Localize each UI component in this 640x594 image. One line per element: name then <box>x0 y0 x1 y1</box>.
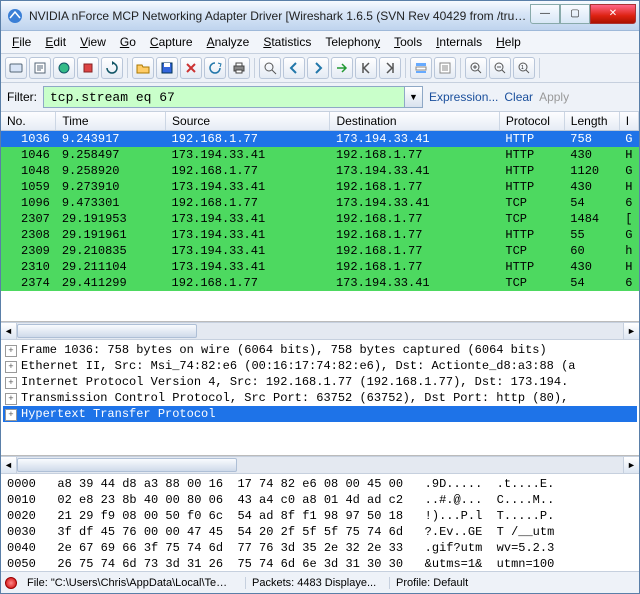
save-icon[interactable] <box>156 57 178 79</box>
go-prev-icon[interactable] <box>283 57 305 79</box>
scroll-right-icon[interactable]: ► <box>623 323 639 339</box>
zoom-in-icon[interactable] <box>465 57 487 79</box>
close-file-icon[interactable] <box>180 57 202 79</box>
packet-hscroll[interactable]: ◄ ► <box>1 322 639 340</box>
table-row[interactable]: 237429.411299192.168.1.77173.194.33.41TC… <box>1 275 639 291</box>
column-header[interactable]: Destination <box>330 112 499 131</box>
app-icon <box>7 8 23 24</box>
detail-row[interactable]: +Transmission Control Protocol, Src Port… <box>3 390 637 406</box>
minimize-button[interactable]: — <box>530 4 560 24</box>
go-to-icon[interactable] <box>331 57 353 79</box>
table-row[interactable]: 231029.211104173.194.33.41192.168.1.77HT… <box>1 259 639 275</box>
close-button[interactable]: ✕ <box>590 4 636 24</box>
column-header[interactable]: Length <box>564 112 619 131</box>
column-header[interactable]: I <box>619 112 638 131</box>
detail-row[interactable]: +Internet Protocol Version 4, Src: 192.1… <box>3 374 637 390</box>
table-row[interactable]: 230829.191961173.194.33.41192.168.1.77HT… <box>1 227 639 243</box>
options-icon[interactable] <box>29 57 51 79</box>
menu-internals[interactable]: Internals <box>431 33 487 51</box>
filter-input[interactable] <box>44 87 404 107</box>
packet-bytes[interactable]: 0000 a8 39 44 d8 a3 88 00 16 17 74 82 e6… <box>1 474 639 571</box>
menu-file[interactable]: File <box>7 33 36 51</box>
interfaces-icon[interactable] <box>5 57 27 79</box>
table-row[interactable]: 10489.258920192.168.1.77173.194.33.41HTT… <box>1 163 639 179</box>
open-icon[interactable] <box>132 57 154 79</box>
detail-row[interactable]: +Ethernet II, Src: Msi_74:82:e6 (00:16:1… <box>3 358 637 374</box>
status-profile[interactable]: Profile: Default <box>389 577 635 589</box>
table-row[interactable]: 230929.210835173.194.33.41192.168.1.77TC… <box>1 243 639 259</box>
packet-list[interactable]: No.TimeSourceDestinationProtocolLengthI … <box>1 112 639 322</box>
titlebar: NVIDIA nForce MCP Networking Adapter Dri… <box>1 1 639 31</box>
menu-edit[interactable]: Edit <box>40 33 71 51</box>
table-row[interactable]: 10599.273910173.194.33.41192.168.1.77HTT… <box>1 179 639 195</box>
table-row[interactable]: 230729.191953173.194.33.41192.168.1.77TC… <box>1 211 639 227</box>
go-last-icon[interactable] <box>379 57 401 79</box>
menu-analyze[interactable]: Analyze <box>202 33 255 51</box>
menu-tools[interactable]: Tools <box>389 33 427 51</box>
column-header[interactable]: Source <box>166 112 330 131</box>
go-first-icon[interactable] <box>355 57 377 79</box>
restart-capture-icon[interactable] <box>101 57 123 79</box>
menu-go[interactable]: Go <box>115 33 141 51</box>
reload-icon[interactable] <box>204 57 226 79</box>
menu-view[interactable]: View <box>75 33 111 51</box>
go-next-icon[interactable] <box>307 57 329 79</box>
details-hscroll[interactable]: ◄ ► <box>1 456 639 474</box>
column-header[interactable]: Time <box>56 112 166 131</box>
filter-dropdown[interactable]: ▼ <box>404 87 422 107</box>
menu-bar: File Edit View Go Capture Analyze Statis… <box>1 31 639 54</box>
scroll-left-icon[interactable]: ◄ <box>1 457 17 473</box>
window-title: NVIDIA nForce MCP Networking Adapter Dri… <box>29 9 530 23</box>
menu-capture[interactable]: Capture <box>145 33 198 51</box>
start-capture-icon[interactable] <box>53 57 75 79</box>
table-row[interactable]: 10969.473301192.168.1.77173.194.33.41TCP… <box>1 195 639 211</box>
menu-help[interactable]: Help <box>491 33 526 51</box>
status-bar: File: "C:\Users\Chris\AppData\Local\Temp… <box>1 571 639 593</box>
colorize-icon[interactable] <box>410 57 432 79</box>
column-header[interactable]: No. <box>1 112 56 131</box>
scroll-right-icon[interactable]: ► <box>623 457 639 473</box>
scroll-thumb[interactable] <box>17 458 237 472</box>
menu-telephony[interactable]: Telephony <box>320 33 385 51</box>
filter-expression[interactable]: Expression... <box>429 90 498 104</box>
status-file: File: "C:\Users\Chris\AppData\Local\Temp… <box>21 577 241 589</box>
table-row[interactable]: 10469.258497173.194.33.41192.168.1.77HTT… <box>1 147 639 163</box>
status-packets: Packets: 4483 Displaye... <box>245 577 385 589</box>
menu-statistics[interactable]: Statistics <box>258 33 316 51</box>
filter-apply[interactable]: Apply <box>539 90 569 104</box>
packet-details[interactable]: +Frame 1036: 758 bytes on wire (6064 bit… <box>1 340 639 456</box>
maximize-button[interactable]: ▢ <box>560 4 590 24</box>
svg-text:1: 1 <box>521 65 524 71</box>
table-row[interactable]: 10369.243917192.168.1.77173.194.33.41HTT… <box>1 131 639 148</box>
filter-label: Filter: <box>7 90 37 104</box>
expert-info-icon[interactable] <box>5 577 17 589</box>
column-header[interactable]: Protocol <box>499 112 564 131</box>
filter-bar: Filter: ▼ Expression... Clear Apply <box>1 83 639 112</box>
zoom-out-icon[interactable] <box>489 57 511 79</box>
find-icon[interactable] <box>259 57 281 79</box>
autoscroll-icon[interactable] <box>434 57 456 79</box>
detail-row[interactable]: +Hypertext Transfer Protocol <box>3 406 637 422</box>
zoom-reset-icon[interactable]: 1 <box>513 57 535 79</box>
stop-capture-icon[interactable] <box>77 57 99 79</box>
scroll-thumb[interactable] <box>17 324 197 338</box>
toolbar: 1 <box>1 54 639 83</box>
scroll-left-icon[interactable]: ◄ <box>1 323 17 339</box>
print-icon[interactable] <box>228 57 250 79</box>
filter-clear[interactable]: Clear <box>504 90 533 104</box>
detail-row[interactable]: +Frame 1036: 758 bytes on wire (6064 bit… <box>3 342 637 358</box>
